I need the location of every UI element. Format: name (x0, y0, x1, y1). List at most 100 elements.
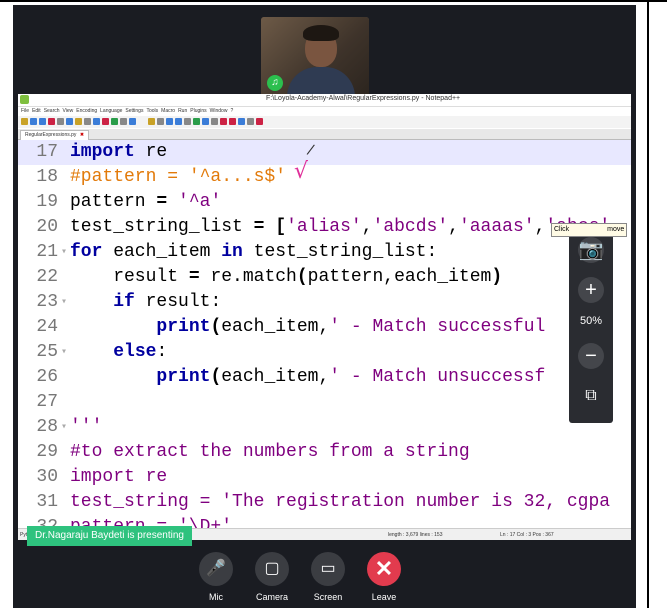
leave-label: Leave (371, 592, 397, 602)
toolbar-button-icon[interactable] (129, 118, 136, 125)
leave-button[interactable]: ✕ Leave (354, 552, 414, 602)
toolbar-button-icon[interactable] (256, 118, 263, 125)
line-number: 26 (36, 367, 58, 387)
toolbar-button-icon[interactable] (21, 118, 28, 125)
menu-item[interactable]: Tools (146, 108, 158, 114)
meeting-window: ♫ F:\Loyola-Academy-Alwal\RegularExpress… (13, 5, 636, 608)
toolbar-button-icon[interactable] (157, 118, 164, 125)
participant-video[interactable]: ♫ (261, 17, 369, 99)
menu-item[interactable]: File (21, 108, 29, 114)
toolbar-button-icon[interactable] (238, 118, 245, 125)
fold-marker-icon[interactable]: ▾ (61, 340, 69, 365)
toolbar-button-icon[interactable] (193, 118, 200, 125)
code-line: 30 import re (18, 465, 631, 490)
menu-item[interactable]: Plugins (190, 108, 206, 114)
fold-marker-icon[interactable]: ▾ (61, 415, 69, 440)
code-line: 21 ▾ for each_item in test_string_list: (18, 240, 631, 265)
fold-marker-icon[interactable]: ▾ (61, 290, 69, 315)
menu-item[interactable]: ? (230, 108, 233, 114)
menu-item[interactable]: Edit (32, 108, 41, 114)
code-line: 24 print(each_item,' - Match successful (18, 315, 631, 340)
toolbar-button-icon[interactable] (202, 118, 209, 125)
toolbar-button-icon[interactable] (39, 118, 46, 125)
close-icon: ✕ (367, 552, 401, 586)
line-number: 20 (36, 217, 58, 237)
menu-item[interactable]: Language (100, 108, 122, 114)
mic-button[interactable]: 🎤 Mic (186, 552, 246, 602)
code-line: 20 test_string_list = ['alias','abcds','a… (18, 215, 631, 240)
camera-button[interactable]: ▢ Camera (242, 552, 302, 602)
tooltip-text-right: move (607, 226, 625, 233)
window-title: F:\Loyola-Academy-Alwal\RegularExpressio… (266, 95, 461, 102)
toolbar-button-icon[interactable] (148, 118, 155, 125)
zoom-tooltip: Click move (551, 223, 628, 237)
screen-button[interactable]: ▭ Screen (298, 552, 358, 602)
code-line: 25 ▾ else: (18, 340, 631, 365)
zoom-out-button[interactable]: − (578, 343, 604, 369)
toolbar-button-icon[interactable] (111, 118, 118, 125)
line-number: 24 (36, 317, 58, 337)
code-line: 27 (18, 390, 631, 415)
toolbar-button-icon[interactable] (175, 118, 182, 125)
open-external-icon[interactable]: ⧉ (578, 383, 604, 409)
line-number: 30 (36, 467, 58, 487)
page-top-rule (0, 0, 667, 2)
code-line: 26 print(each_item,' - Match unsuccessf (18, 365, 631, 390)
toolbar-button-icon[interactable] (166, 118, 173, 125)
toolbar-button-icon[interactable] (30, 118, 37, 125)
toolbar-button-icon[interactable] (93, 118, 100, 125)
camera-off-icon: ▢ (255, 552, 289, 586)
line-number: 21 (36, 242, 58, 262)
file-tab[interactable]: RegularExpressions.py ✖ (20, 130, 90, 140)
code-line: 23 ▾ if result: (18, 290, 631, 315)
menu-item[interactable]: Encoding (76, 108, 97, 114)
line-number: 19 (36, 192, 58, 212)
toolbar-button-icon[interactable] (229, 118, 236, 125)
line-number: 23 (36, 292, 58, 312)
code-text: print(each_item,' - Match successful (156, 317, 546, 337)
menu-item[interactable]: Macro (161, 108, 175, 114)
line-number: 22 (36, 267, 58, 287)
menu-item[interactable]: View (63, 108, 74, 114)
toolbar-button-icon[interactable] (84, 118, 91, 125)
toolbar-button-icon[interactable] (184, 118, 191, 125)
code-text: pattern = '^a' (70, 192, 222, 212)
code-line: 28 ▾ ''' (18, 415, 631, 440)
code-text: if result: (113, 292, 222, 312)
code-editor[interactable]: 17 import re/18 #pattern = '^a...s$' √ 19 pat… (18, 140, 631, 537)
menu-item[interactable]: Window (210, 108, 228, 114)
screen-label: Screen (313, 592, 343, 602)
toolbar-button-icon[interactable] (102, 118, 109, 125)
zoom-in-button[interactable]: + (578, 277, 604, 303)
screenshot-camera-icon[interactable]: 📷 (578, 237, 604, 263)
code-line: 29 #to extract the numbers from a string (18, 440, 631, 465)
camera-label: Camera (255, 592, 288, 602)
toolbar-button-icon[interactable] (66, 118, 73, 125)
line-number: 17 (36, 142, 58, 162)
toolbar-button-icon[interactable] (220, 118, 227, 125)
code-text: test_string = 'The registration number i… (70, 492, 611, 512)
toolbar-button-icon[interactable] (120, 118, 127, 125)
toolbar-button-icon[interactable] (211, 118, 218, 125)
mic-off-icon: 🎤 (199, 552, 233, 586)
menu-item[interactable]: Run (178, 108, 187, 114)
line-number: 18 (36, 167, 58, 187)
toolbar-button-icon[interactable] (48, 118, 55, 125)
zoom-level: 50% (579, 315, 603, 327)
status-position: Ln : 17 Col : 3 Pos : 367 (500, 532, 554, 538)
presenter-banner: Dr.Nagaraju Baydeti is presenting (27, 526, 192, 546)
line-number: 31 (36, 492, 58, 512)
fold-marker-icon[interactable]: ▾ (61, 240, 69, 265)
menu-item[interactable]: Settings (125, 108, 143, 114)
toolbar-button-icon[interactable] (247, 118, 254, 125)
menu-item[interactable]: Search (44, 108, 60, 114)
zoom-panel: 📷 + 50% − ⧉ (569, 223, 613, 423)
annotation-checkmark-icon: √ (294, 159, 309, 184)
code-line: 31 test_string = 'The registration number… (18, 490, 631, 515)
shared-screen: F:\Loyola-Academy-Alwal\RegularExpressio… (18, 94, 631, 540)
code-line: 19 pattern = '^a' (18, 190, 631, 215)
line-number: 25 (36, 342, 58, 362)
toolbar-button-icon[interactable] (75, 118, 82, 125)
tab-close-icon[interactable]: ✖ (80, 132, 84, 138)
toolbar-button-icon[interactable] (57, 118, 64, 125)
